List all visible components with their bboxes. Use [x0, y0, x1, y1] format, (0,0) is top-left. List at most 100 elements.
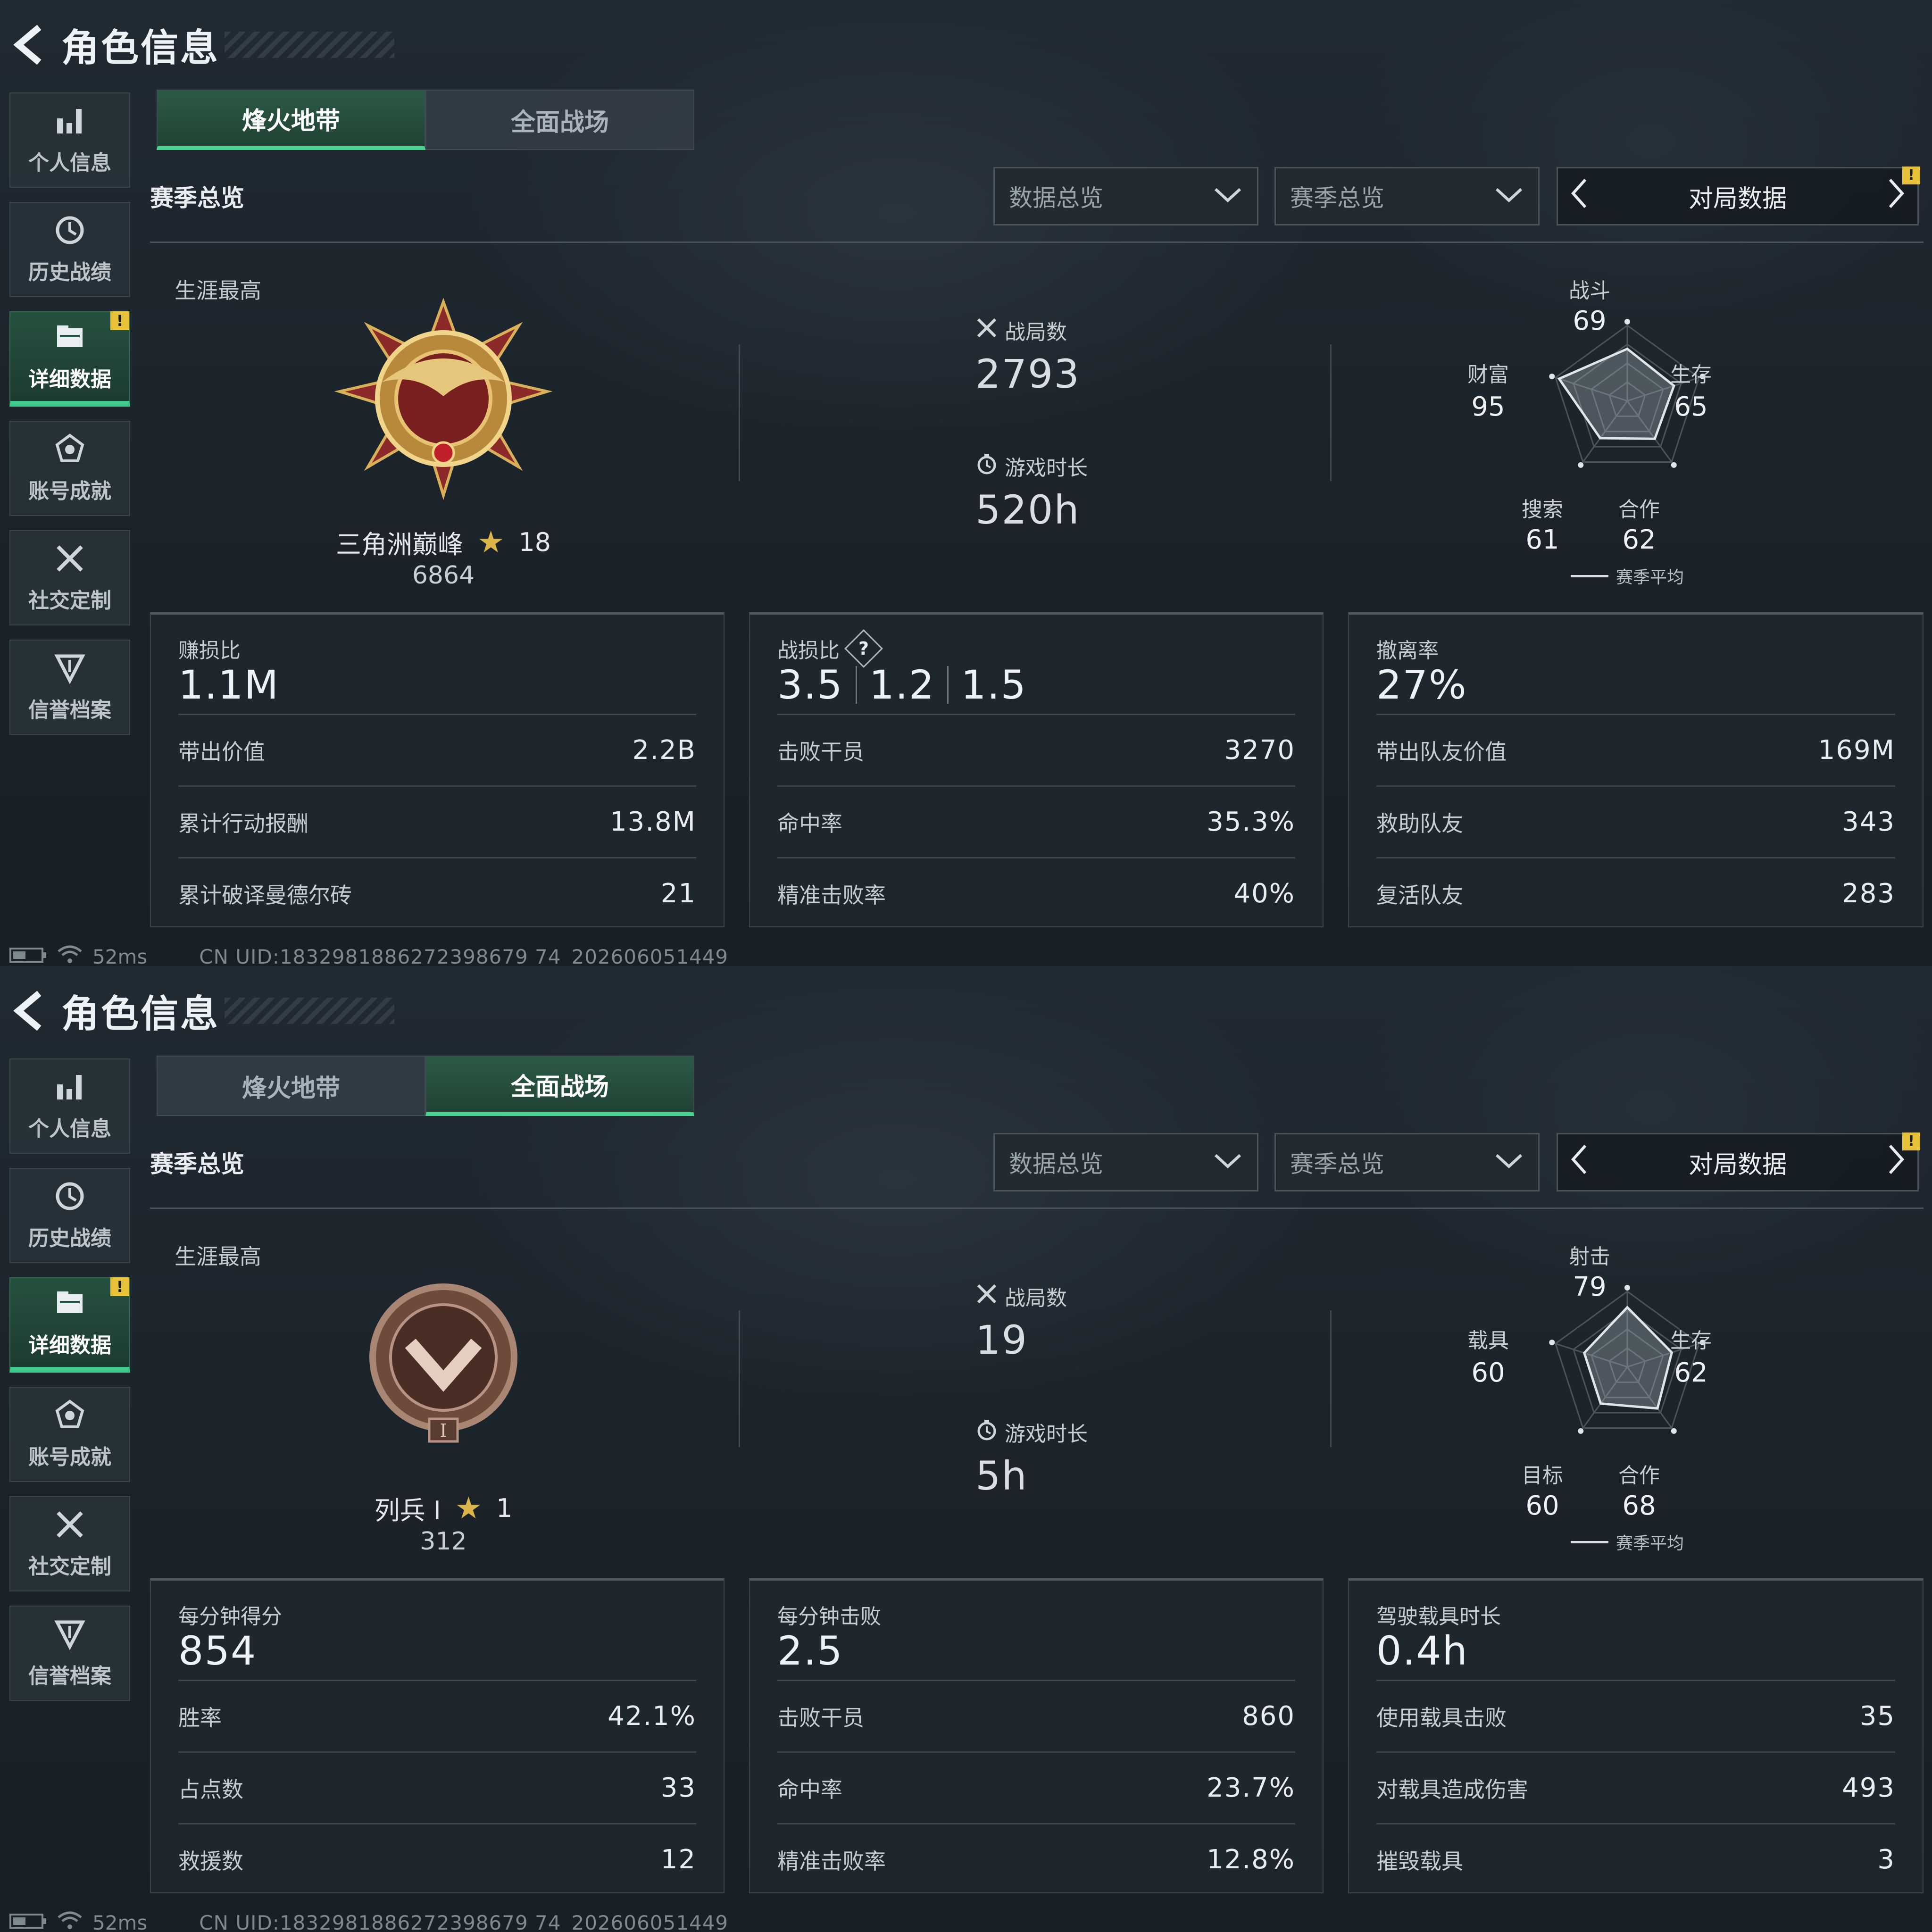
card-main-value: 2.5: [777, 1628, 843, 1674]
data-overview-dropdown[interactable]: 数据总览: [993, 1133, 1258, 1191]
main-value: 0.4h: [1376, 1628, 1468, 1674]
radar-axis-value: 68: [1622, 1491, 1656, 1521]
sidebar-item-credit[interactable]: 信誉档案: [9, 1606, 130, 1701]
sidebar-item-social[interactable]: 社交定制: [9, 1496, 130, 1591]
card-row: 命中率 23.7%: [777, 1751, 1295, 1823]
crossed-swords-icon: [975, 316, 998, 344]
row-value: 3: [1877, 1844, 1895, 1875]
back-button[interactable]: [9, 987, 47, 1034]
tab-warzone-ops[interactable]: 烽火地带: [157, 90, 425, 150]
card-row: 带出价值 2.2B: [178, 714, 696, 785]
chevron-down-icon: [1213, 183, 1243, 210]
tab-full-battlefield[interactable]: 全面战场: [425, 90, 694, 150]
chevron-left-icon[interactable]: [1569, 177, 1588, 216]
back-button[interactable]: [9, 21, 47, 68]
row-label: 带出队友价值: [1376, 739, 1507, 765]
sidebar-item-details[interactable]: 详细数据 !: [9, 311, 130, 407]
card-row: 击败干员 3270: [777, 714, 1295, 785]
radar-axis-marker: [1671, 462, 1677, 468]
card-title: 赚损比: [178, 639, 241, 663]
row-value: 283: [1842, 878, 1895, 909]
radar-axis-value: 62: [1622, 525, 1656, 555]
radar-axis-label: 搜索: [1522, 498, 1563, 522]
row-label: 摧毁载具: [1376, 1848, 1463, 1874]
data-overview-dropdown[interactable]: 数据总览: [993, 167, 1258, 225]
rank-stars: 18: [518, 527, 551, 557]
switcher-label: 对局数据: [1688, 184, 1787, 213]
card-row: 带出队友价值 169M: [1376, 714, 1895, 785]
bar-chart-icon: [53, 1070, 86, 1105]
folder-icon: [53, 321, 86, 356]
alert-badge: !: [110, 311, 129, 330]
shield-icon: [53, 1617, 86, 1652]
season-overview-dropdown[interactable]: 赛季总览: [1274, 167, 1540, 225]
legend-label: 赛季平均: [1616, 1534, 1684, 1553]
sidebar-item-credit[interactable]: 信誉档案: [9, 640, 130, 735]
row-label: 救援数: [178, 1848, 243, 1874]
rank-line: 列兵 I ★ 1: [283, 1490, 604, 1527]
sidebar-item-profile[interactable]: 个人信息: [9, 92, 130, 188]
sidebar-item-details[interactable]: 详细数据 !: [9, 1277, 130, 1373]
sidebar-item-history[interactable]: 历史战绩: [9, 1168, 130, 1263]
stat-card: 驾驶载具时长 0.4h 使用载具击败 35 对载具造成伤害 493 摧毁载具 3: [1348, 1578, 1924, 1893]
season-overview-dropdown[interactable]: 赛季总览: [1274, 1133, 1540, 1191]
folder-icon: [53, 1287, 86, 1322]
divider: [150, 242, 1924, 243]
stat-card: 赚损比 1.1M 带出价值 2.2B 累计行动报酬 13.8M 累计破译曼德尔砖 21: [150, 612, 724, 927]
user-uid: CN UID:1832981886272398679 74_2026060514…: [199, 1911, 729, 1932]
main-value: 854: [178, 1628, 257, 1674]
row-label: 使用载具击败: [1376, 1705, 1507, 1731]
row-value: 35.3%: [1207, 807, 1295, 837]
radar-axis-label: 射击: [1569, 1245, 1610, 1269]
row-label: 对载具造成伤害: [1376, 1776, 1528, 1802]
character-info-panel: 角色信息 个人信息 历史战绩 详细数据 ! 账号成就 社交定制 信誉档案 烽火地…: [0, 966, 1932, 1932]
row-value: 860: [1242, 1701, 1295, 1732]
row-value: 40%: [1233, 878, 1295, 909]
bar-chart-icon: [53, 104, 86, 139]
radar-axis-value: 65: [1674, 391, 1708, 422]
section-title: 赛季总览: [150, 1150, 244, 1178]
card-row: 精准击败率 40%: [777, 857, 1295, 929]
tab-full-battlefield[interactable]: 全面战场: [425, 1056, 694, 1116]
match-data-switcher: 对局数据 !: [1557, 167, 1920, 225]
dropdown-value: 赛季总览: [1290, 184, 1384, 212]
divider: [1330, 344, 1332, 481]
card-main-value: 1.1M: [178, 662, 279, 708]
stat-label: 游戏时长: [1005, 1422, 1088, 1446]
sidebar-item-history[interactable]: 历史战绩: [9, 202, 130, 297]
radar-axis-label: 财富: [1467, 363, 1509, 387]
star-icon: ★: [477, 525, 505, 560]
switcher-label: 对局数据: [1688, 1150, 1787, 1179]
playtime-stat: 游戏时长 5h: [975, 1417, 1088, 1499]
sidebar-item-achievements[interactable]: 账号成就: [9, 421, 130, 516]
radar-axis-value: 62: [1674, 1357, 1708, 1388]
radar-axis-value: 61: [1525, 525, 1559, 555]
stat-label: 游戏时长: [1005, 456, 1088, 480]
sidebar-label: 账号成就: [28, 479, 111, 503]
card-row: 击败干员 860: [777, 1680, 1295, 1751]
match-data-switcher: 对局数据 !: [1557, 1133, 1920, 1191]
stat-label: 战局数: [1005, 1286, 1067, 1310]
radar-axis-marker: [1671, 1428, 1677, 1434]
sidebar-item-achievements[interactable]: 账号成就: [9, 1387, 130, 1482]
rank-stars: 1: [496, 1493, 513, 1523]
divider: [739, 1310, 740, 1447]
card-row: 命中率 35.3%: [777, 785, 1295, 857]
dropdown-value: 赛季总览: [1290, 1150, 1384, 1178]
sidebar-item-social[interactable]: 社交定制: [9, 530, 130, 625]
sidebar-item-profile[interactable]: 个人信息: [9, 1058, 130, 1154]
sidebar-label: 信誉档案: [28, 698, 111, 722]
chevron-left-icon[interactable]: [1569, 1143, 1588, 1182]
card-title: 每分钟击败: [777, 1605, 881, 1629]
radar-axis-value: 60: [1525, 1491, 1559, 1521]
row-label: 击败干员: [777, 739, 864, 765]
legend-label: 赛季平均: [1616, 568, 1684, 587]
radar-axis-value: 95: [1471, 391, 1505, 422]
main-value: 1.5: [961, 662, 1027, 708]
tab-warzone-ops[interactable]: 烽火地带: [157, 1056, 425, 1116]
card-row: 占点数 33: [178, 1751, 696, 1823]
stat-label: 战局数: [1005, 320, 1067, 344]
character-info-panel: 角色信息 个人信息 历史战绩 详细数据 ! 账号成就 社交定制 信誉档案 烽火地…: [0, 0, 1932, 966]
row-label: 累计破译曼德尔砖: [178, 882, 352, 908]
achievement-icon: [53, 1399, 86, 1433]
